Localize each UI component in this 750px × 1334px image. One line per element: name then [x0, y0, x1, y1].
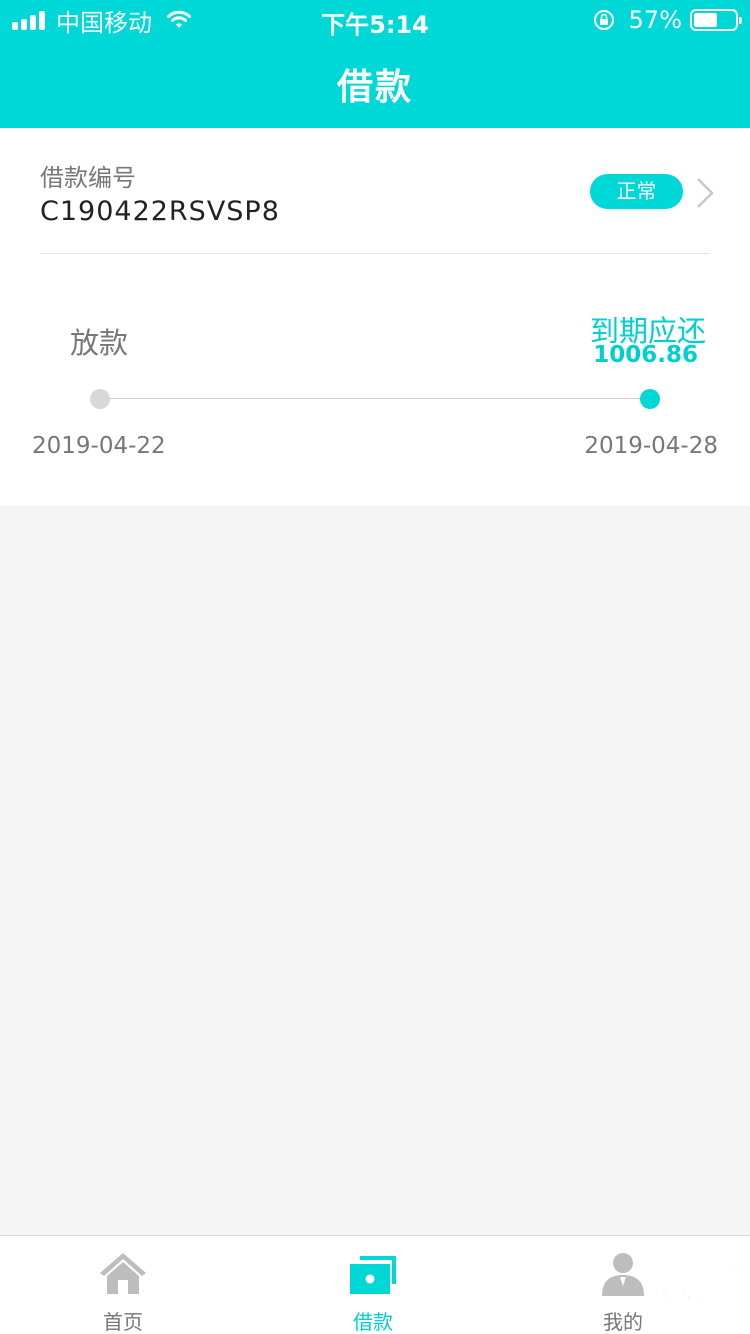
divider [40, 253, 710, 254]
tab-bar: 首页 借款 我的 [0, 1235, 750, 1334]
status-bar: 中国移动 下午5:14 57% [0, 0, 750, 40]
tab-loan[interactable]: 借款 [298, 1236, 448, 1334]
loan-number-value: C190422RSVSP8 [40, 196, 280, 227]
wallet-icon [350, 1256, 396, 1294]
watermark-logo: 卡农社区 [651, 1247, 745, 1315]
tab-home[interactable]: 首页 [48, 1236, 198, 1334]
status-right: 57% [593, 6, 742, 34]
due-date: 2019-04-28 [584, 433, 718, 459]
due-amount: 1006.86 [593, 342, 698, 368]
battery-percent: 57% [628, 6, 682, 34]
battery-icon [690, 9, 742, 31]
timeline-line [100, 398, 650, 399]
loan-card[interactable]: 借款编号 C190422RSVSP8 正常 放款 到期应还 1006.86 20… [0, 128, 750, 506]
status-badge: 正常 [590, 174, 683, 209]
app-header: 中国移动 下午5:14 57% 借款 [0, 0, 750, 128]
svg-text:卡农社区: 卡农社区 [651, 1247, 745, 1315]
page-title: 借款 [336, 67, 413, 108]
rotation-lock-icon [593, 10, 614, 30]
tab-home-label: 首页 [103, 1310, 143, 1334]
loan-number-label: 借款编号 [40, 164, 136, 192]
timeline-end-dot [640, 389, 660, 409]
disbursement-label: 放款 [70, 326, 129, 360]
chevron-right-icon[interactable] [694, 176, 716, 210]
disbursement-date: 2019-04-22 [32, 433, 166, 459]
home-icon [100, 1253, 146, 1294]
person-icon [602, 1253, 644, 1296]
battery-fill [694, 13, 717, 27]
tab-loan-label: 借款 [353, 1310, 393, 1334]
timeline-start-dot [90, 389, 110, 409]
